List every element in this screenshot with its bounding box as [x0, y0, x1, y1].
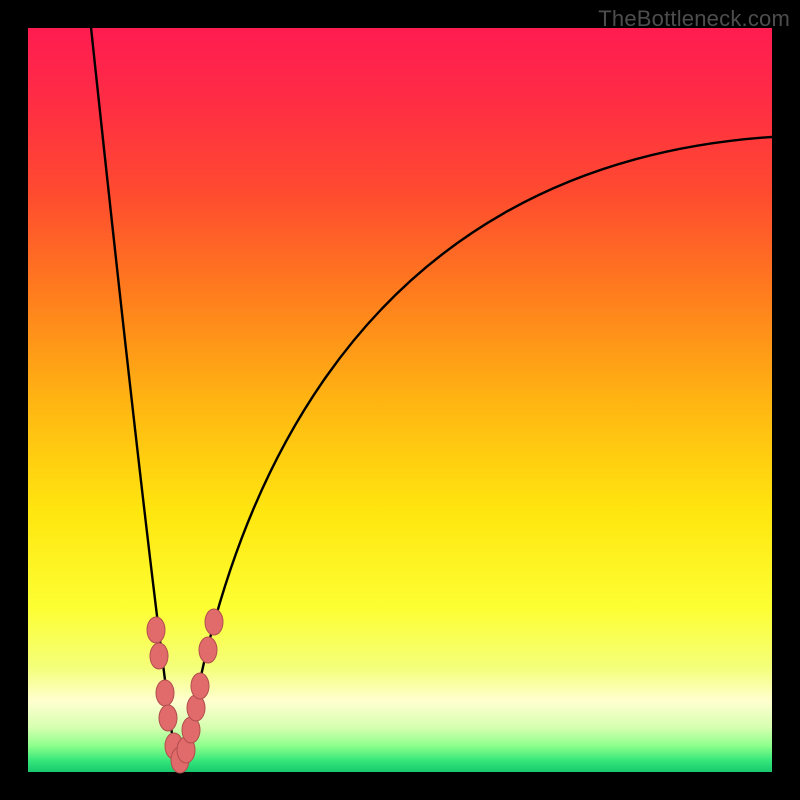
component-marker — [150, 643, 168, 669]
plot-area — [28, 28, 772, 772]
component-marker — [147, 617, 165, 643]
curve-layer — [28, 28, 772, 772]
chart-frame: TheBottleneck.com — [0, 0, 800, 800]
bottleneck-curve-right — [186, 136, 788, 756]
component-marker — [205, 609, 223, 635]
component-markers — [147, 609, 223, 773]
component-marker — [159, 705, 177, 731]
watermark-text: TheBottleneck.com — [598, 6, 790, 32]
component-marker — [191, 673, 209, 699]
component-marker — [199, 637, 217, 663]
component-marker — [156, 680, 174, 706]
